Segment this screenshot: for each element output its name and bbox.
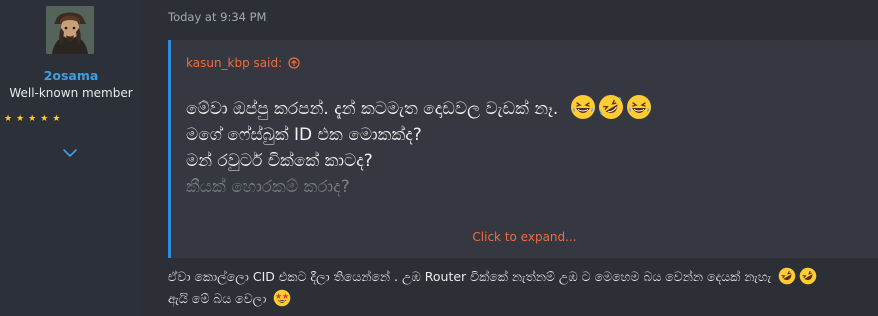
quote-fade-overlay <box>171 182 878 222</box>
reply-text: ඒවා කොල්ලො CID එකට දීලා තියෙන්නේ . උඹ Ro… <box>168 266 868 310</box>
post-content: Today at 9:34 PM kasun_kbp said: මේවා ඔප… <box>142 0 878 316</box>
expand-quote-link[interactable]: Click to expand... <box>171 230 878 244</box>
arrow-up-circle-icon[interactable] <box>288 57 300 69</box>
reply-line-text: ඒවා කොල්ලො CID එකට දීලා තියෙන්නේ . උඹ Ro… <box>168 269 772 284</box>
star-icon: ★ <box>28 114 37 124</box>
quote-line: මගේ ෆේස්බුක් ID එක මොකක්ද? <box>186 125 422 145</box>
star-icon: ★ <box>52 114 61 124</box>
rolling-laughing-emoji-icon <box>598 94 623 119</box>
laughing-emoji-icon <box>570 95 595 119</box>
star-icon: ★ <box>4 114 13 124</box>
quote-author-label: kasun_kbp said: <box>186 56 283 70</box>
forum-post: 2osama Well-known member ★ ★ ★ ★ ★ Today… <box>0 0 878 316</box>
reply-line-text: ඇයි මේ බය වෙලා <box>168 291 267 306</box>
user-rating-stars: ★ ★ ★ ★ ★ <box>4 114 60 124</box>
star-icon: ★ <box>40 114 49 124</box>
quote-line: මන් රවුටර් චික්කේ කාටද? <box>186 151 373 171</box>
quote-block: kasun_kbp said: මේවා ඔප්පු කරපන්. දැන් ක… <box>168 40 878 258</box>
quote-author-link[interactable]: kasun_kbp said: <box>186 56 300 70</box>
pirate-avatar-icon <box>46 6 94 54</box>
rolling-laughing-emoji-icon <box>778 267 796 285</box>
user-title: Well-known member <box>9 86 133 100</box>
reply-line: ඇයි මේ බය වෙලා <box>168 288 868 310</box>
star-icon: ★ <box>16 114 25 124</box>
laughing-emoji-icon <box>626 95 651 119</box>
user-avatar[interactable] <box>46 6 94 54</box>
chevron-down-icon[interactable] <box>62 144 78 157</box>
reply-line: ඒවා කොල්ලො CID එකට දීලා තියෙන්නේ . උඹ Ro… <box>168 266 868 288</box>
star-struck-emoji-icon <box>274 289 291 307</box>
user-info-panel: 2osama Well-known member ★ ★ ★ ★ ★ <box>0 0 142 316</box>
rolling-laughing-emoji-icon <box>799 267 817 285</box>
quote-line: මේවා ඔප්පු කරපන්. දැන් කටමැත දොඩවල වැඩක්… <box>186 94 866 122</box>
username-link[interactable]: 2osama <box>0 68 142 83</box>
post-timestamp[interactable]: Today at 9:34 PM <box>168 10 266 24</box>
quote-line-text: මේවා ඔප්පු කරපන්. දැන් කටමැත දොඩවල වැඩක්… <box>186 99 559 119</box>
emoji-group <box>570 94 652 120</box>
